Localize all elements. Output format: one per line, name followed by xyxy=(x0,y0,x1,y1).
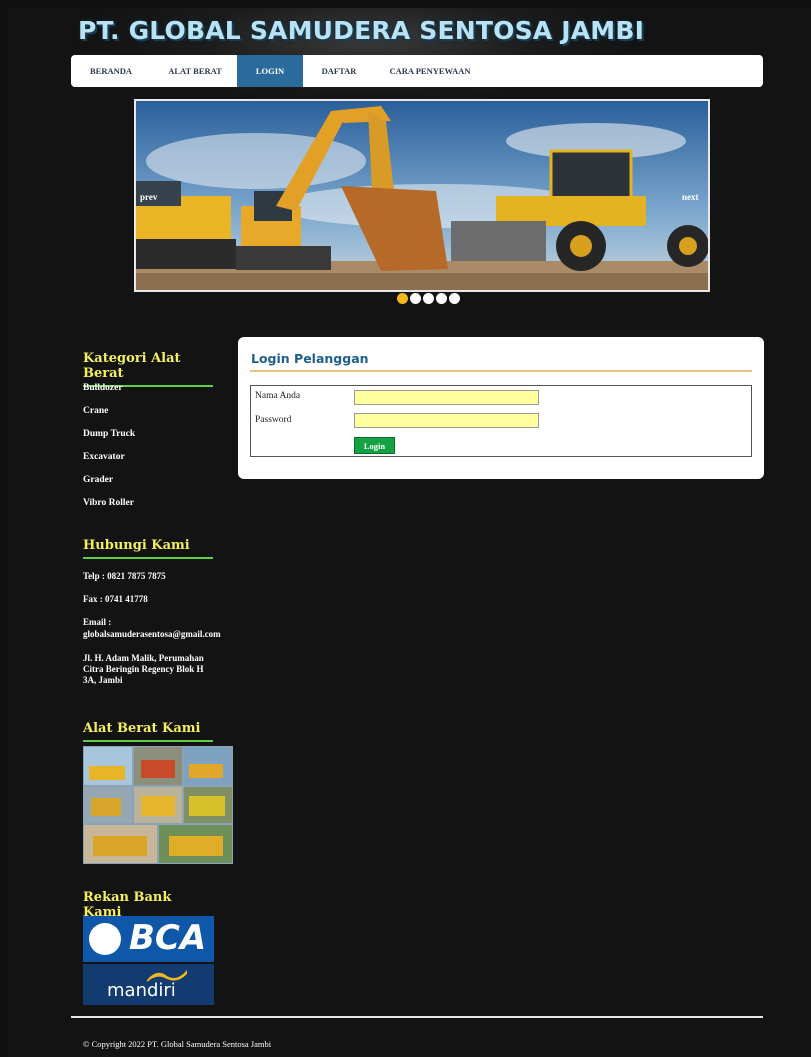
category-dump-truck[interactable]: Dump Truck xyxy=(83,429,135,439)
slider-prev-button[interactable]: prev xyxy=(140,192,157,202)
slider-dot-1[interactable] xyxy=(397,293,408,304)
slider-dot-3[interactable] xyxy=(423,293,434,304)
nav-beranda[interactable]: BERANDA xyxy=(81,55,141,87)
contact-address: Jl. H. Adam Malik, Perumahan Citra Berin… xyxy=(83,653,204,685)
category-bulldozer[interactable]: Bulldozer xyxy=(83,383,123,393)
contact-email: globalsamuderasentosa@gmail.com xyxy=(83,629,221,639)
slider-dot-4[interactable] xyxy=(436,293,447,304)
bca-emblem-icon xyxy=(89,923,121,955)
bank-logos: BCA mandiri xyxy=(83,916,214,1005)
category-crane[interactable]: Crane xyxy=(83,406,108,416)
nav-alat-berat[interactable]: ALAT BERAT xyxy=(159,55,231,87)
login-form: Nama Anda Password Login xyxy=(250,385,752,457)
login-title-divider xyxy=(250,370,752,372)
site-title: PT. GLOBAL SAMUDERA SENTOSA JAMBI xyxy=(78,16,645,45)
nav-cara-penyewaan[interactable]: CARA PENYEWAAN xyxy=(381,55,479,87)
contact-fax: Fax : 0741 41778 xyxy=(83,594,148,604)
login-title: Login Pelanggan xyxy=(251,351,369,366)
category-vibro-roller[interactable]: Vibro Roller xyxy=(83,498,134,508)
category-grader[interactable]: Grader xyxy=(83,475,113,485)
bca-logo: BCA xyxy=(83,916,214,962)
category-excavator[interactable]: Excavator xyxy=(83,452,125,462)
mandiri-logo: mandiri xyxy=(83,964,214,1005)
password-label: Password xyxy=(255,415,292,425)
page: PT. GLOBAL SAMUDERA SENTOSA JAMBI BERAND… xyxy=(8,8,811,1057)
slider-next-button[interactable]: next xyxy=(682,192,699,202)
hero-slider xyxy=(134,99,710,292)
login-panel: Login Pelanggan Nama Anda Password Login xyxy=(238,337,764,479)
contact-heading: Hubungi Kami xyxy=(83,538,213,559)
name-label: Nama Anda xyxy=(255,391,301,401)
contact-email-label: Email : xyxy=(83,617,112,627)
nav-login[interactable]: LOGIN xyxy=(237,55,303,87)
contact-phone: Telp : 0821 7875 7875 xyxy=(83,571,166,581)
main-navbar: BERANDA ALAT BERAT LOGIN DAFTAR CARA PEN… xyxy=(71,55,763,87)
name-input[interactable] xyxy=(354,390,539,405)
hero-slide-image xyxy=(136,101,708,290)
footer-copyright: © Copyright 2022 PT. Global Samudera Sen… xyxy=(83,1039,272,1049)
equipment-heading: Alat Berat Kami xyxy=(83,721,213,742)
password-input[interactable] xyxy=(354,413,539,428)
login-button[interactable]: Login xyxy=(354,437,395,454)
footer-divider xyxy=(71,1016,763,1018)
equipment-collage-image xyxy=(83,746,233,864)
slider-dot-2[interactable] xyxy=(410,293,421,304)
categories-heading: Kategori Alat Berat xyxy=(83,351,213,387)
slider-dot-5[interactable] xyxy=(449,293,460,304)
nav-daftar[interactable]: DAFTAR xyxy=(311,55,367,87)
